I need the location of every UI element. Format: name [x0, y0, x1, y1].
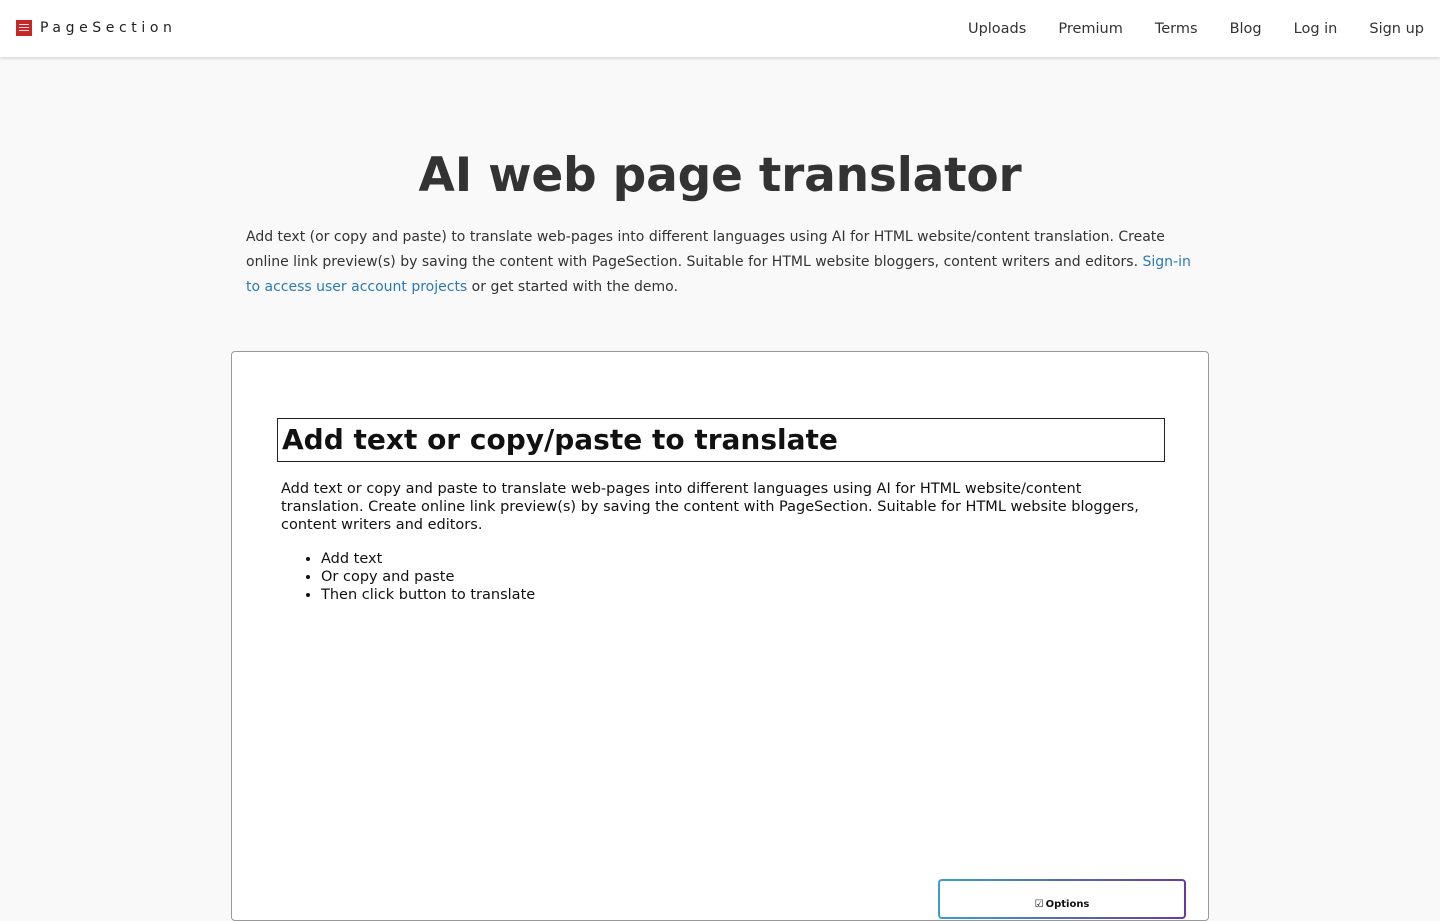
editor-heading-field[interactable]: Add text or copy/paste to translate	[277, 418, 1165, 462]
nav-login-link[interactable]: Log in	[1294, 21, 1338, 37]
translation-editor[interactable]: Add text or copy/paste to translate Add …	[231, 351, 1209, 921]
nav-signup-link[interactable]: Sign up	[1369, 21, 1424, 37]
nav-terms-link[interactable]: Terms	[1155, 21, 1198, 37]
description-text-end: or get started with the demo.	[467, 279, 678, 295]
pagesection-logo-icon	[16, 20, 32, 36]
brand-name: PageSection	[40, 20, 177, 36]
brand-home-link[interactable]: PageSection	[16, 20, 177, 36]
edit-check-icon: ☑	[1034, 899, 1044, 910]
list-item: Add text	[321, 550, 535, 568]
editor-body-text[interactable]: Add text or copy and paste to translate …	[281, 480, 1165, 534]
page-description: Add text (or copy and paste) to translat…	[246, 225, 1196, 300]
nav-blog-link[interactable]: Blog	[1230, 21, 1262, 37]
page-title: AI web page translator	[418, 148, 1022, 203]
nav-premium-link[interactable]: Premium	[1058, 21, 1123, 37]
top-navbar: PageSection Uploads Premium Terms Blog L…	[0, 0, 1440, 57]
description-text-start: Add text (or copy and paste) to translat…	[246, 229, 1165, 270]
main-nav: Uploads Premium Terms Blog Log in Sign u…	[936, 0, 1424, 57]
list-item: Or copy and paste	[321, 568, 535, 586]
nav-uploads-link[interactable]: Uploads	[968, 21, 1026, 37]
options-button-label: Options	[1045, 899, 1090, 910]
options-button[interactable]: ☑ Options	[938, 879, 1186, 919]
editor-instructions-list: Add text Or copy and paste Then click bu…	[281, 550, 535, 604]
list-item: Then click button to translate	[321, 586, 535, 604]
